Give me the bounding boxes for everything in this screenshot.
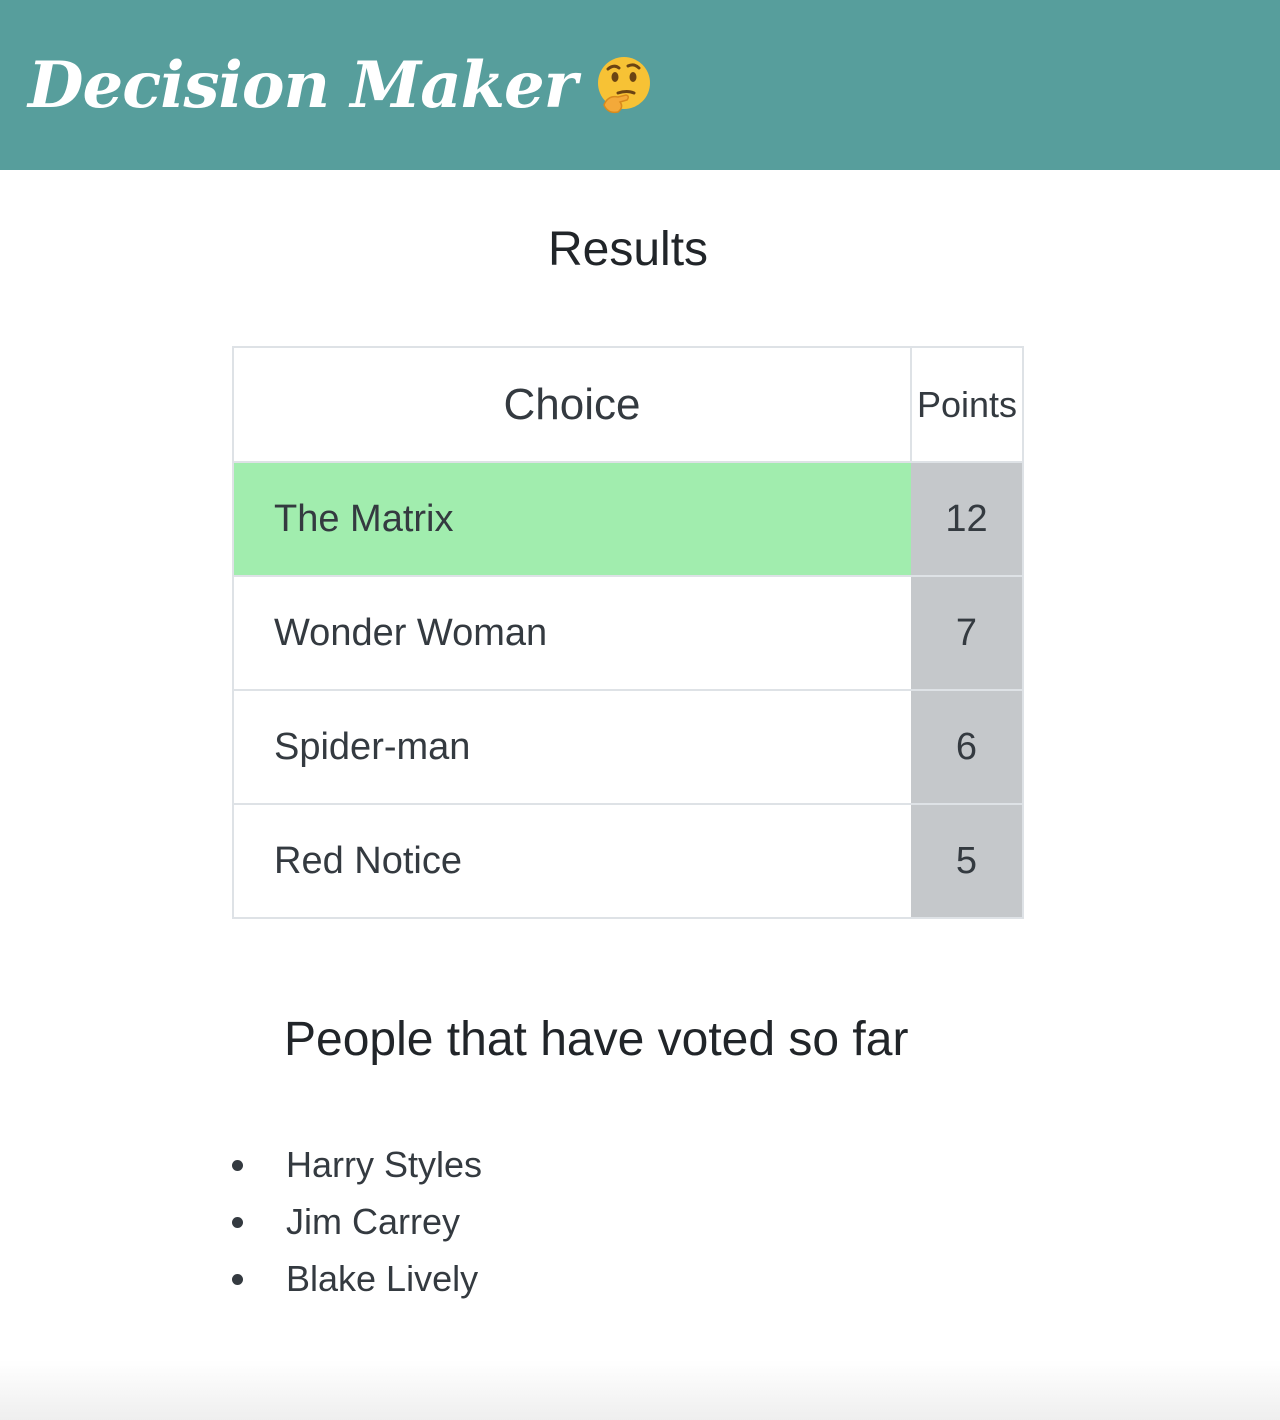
choice-cell: Wonder Woman — [233, 575, 911, 690]
voter-name: Harry Styles — [286, 1144, 483, 1185]
table-row: Spider-man 6 — [233, 689, 1023, 804]
voters-list: Harry Styles Jim Carrey Blake Lively — [230, 1136, 482, 1307]
bullet-icon — [232, 1217, 243, 1228]
choice-column-header: Choice — [232, 346, 912, 463]
table-header-row: Choice Points — [232, 346, 1024, 463]
results-heading: Results — [547, 223, 709, 276]
top-navbar: Decision Maker — [0, 0, 1280, 170]
table-row: Wonder Woman 7 — [233, 575, 1023, 690]
table-row: Red Notice 5 — [233, 803, 1023, 918]
voter-name: Jim Carrey — [286, 1201, 461, 1242]
list-item: Jim Carrey — [230, 1193, 482, 1250]
choice-cell: The Matrix — [233, 461, 911, 576]
points-cell: 12 — [911, 461, 1023, 576]
bullet-icon — [232, 1274, 243, 1285]
bullet-icon — [232, 1160, 243, 1171]
app-title: Decision Maker — [28, 47, 577, 123]
table-row: The Matrix 12 — [233, 461, 1023, 576]
points-cell: 6 — [911, 689, 1023, 804]
brand-link[interactable]: Decision Maker — [28, 48, 654, 123]
list-item: Blake Lively — [230, 1250, 482, 1307]
choice-cell: Red Notice — [233, 803, 911, 918]
voters-heading: People that have voted so far — [284, 1013, 909, 1066]
choice-cell: Spider-man — [233, 689, 911, 804]
voter-name: Blake Lively — [286, 1258, 479, 1299]
points-cell: 5 — [911, 803, 1023, 918]
list-item: Harry Styles — [230, 1136, 482, 1193]
thinking-face-icon — [594, 55, 654, 115]
results-table: Choice Points The Matrix 12 Wonder Woman… — [232, 346, 1024, 919]
bottom-shadow — [0, 1360, 1280, 1420]
points-column-header: Points — [910, 346, 1024, 463]
points-cell: 7 — [911, 575, 1023, 690]
